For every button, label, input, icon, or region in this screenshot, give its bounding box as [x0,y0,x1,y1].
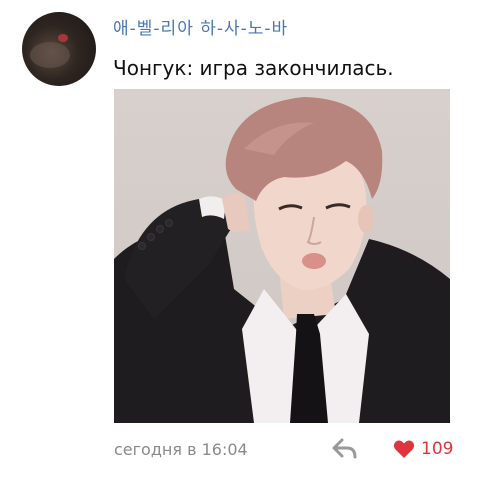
author-name[interactable]: 애-벨-리아 하-사-노-바 [113,14,288,39]
avatar-shadow [30,42,70,68]
reply-button[interactable] [331,436,359,462]
avatar-highlight [58,34,68,42]
chat-post: 애-벨-리아 하-사-노-바 Чонгук: игра закончилась. [0,0,480,478]
like-count: 109 [421,439,454,459]
reply-arrow-icon [332,438,357,459]
avatar[interactable] [22,12,96,86]
photo-illustration [114,97,450,423]
attached-photo[interactable] [114,89,450,423]
message-text: Чонгук: игра закончилась. [113,56,394,80]
post-timestamp: сегодня в 16:04 [114,440,248,459]
heart-icon [393,440,415,458]
like-button[interactable]: 109 [393,436,453,462]
